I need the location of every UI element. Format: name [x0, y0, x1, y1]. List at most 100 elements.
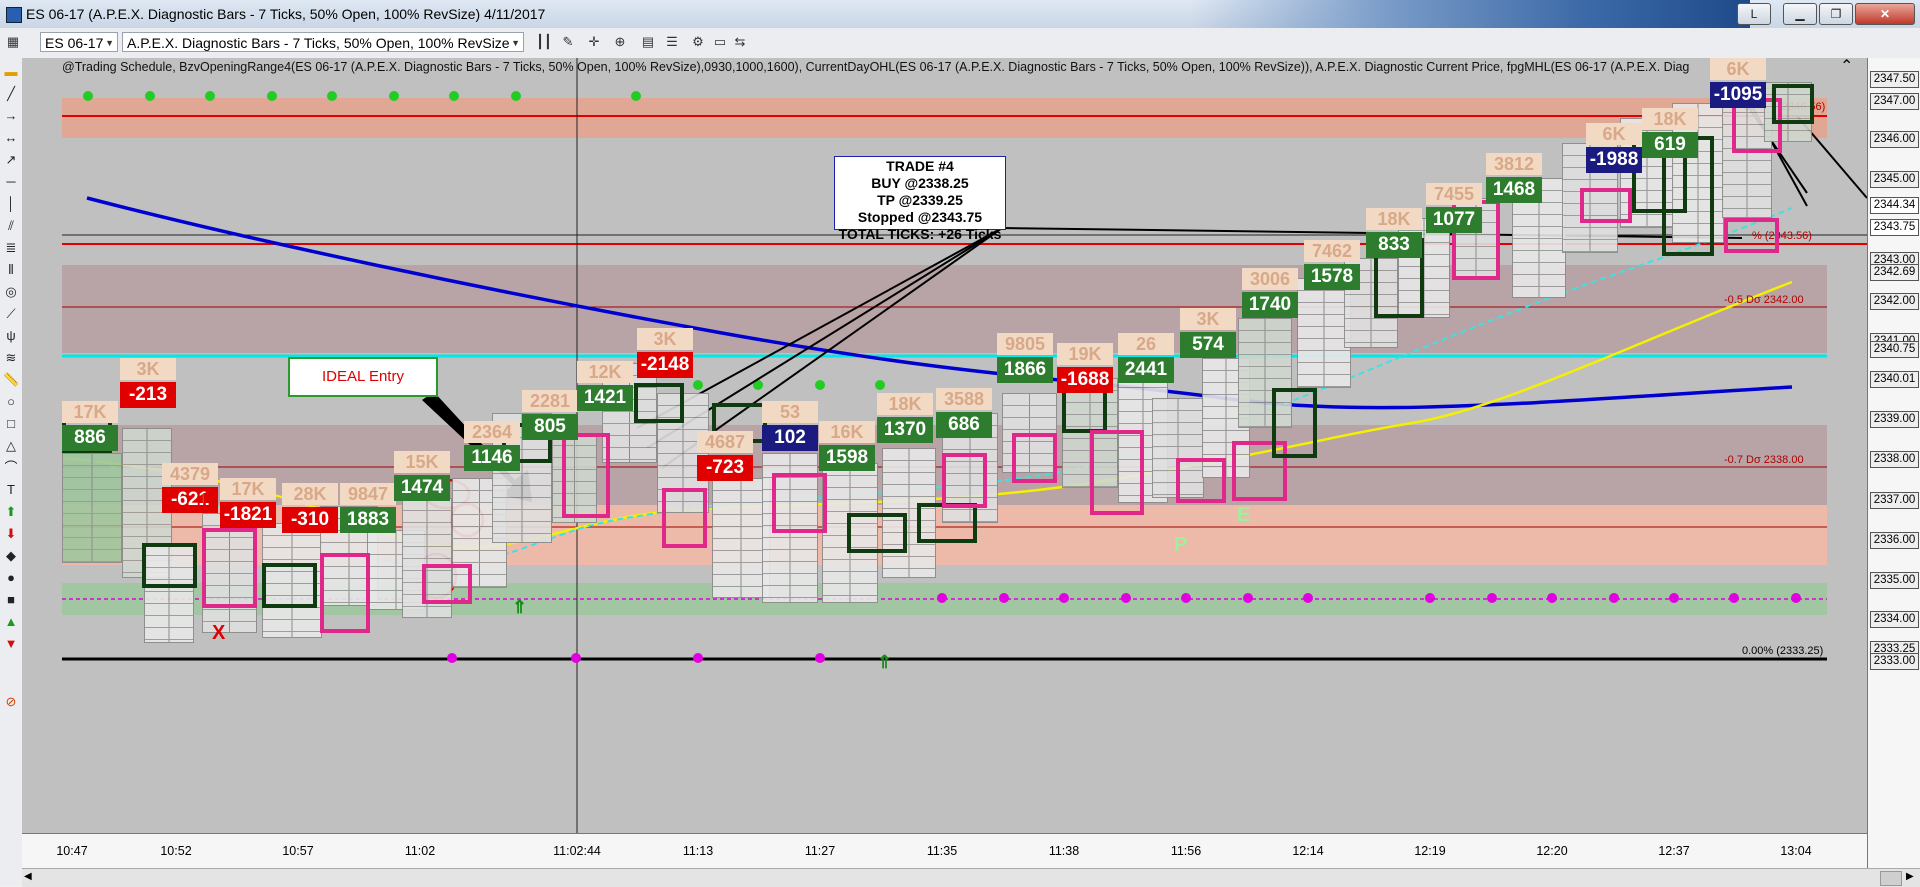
gann-fan-icon[interactable]: ⟋: [3, 306, 19, 322]
regression-channel-icon[interactable]: ≋: [3, 350, 19, 366]
p-marker: P: [1174, 534, 1188, 556]
delta-badge: 1883: [340, 507, 396, 533]
square-icon[interactable]: ■: [3, 592, 19, 608]
price-label: 2347.00: [1870, 93, 1919, 110]
scrollbar-thumb[interactable]: [1880, 871, 1902, 886]
delta-badge: -213: [120, 382, 176, 408]
data-box-icon[interactable]: ▤: [640, 34, 656, 50]
rectangle-icon[interactable]: □: [3, 416, 19, 432]
line-icon[interactable]: ╱: [3, 86, 19, 102]
time-label: 12:37: [1658, 844, 1690, 858]
triangle-down-icon[interactable]: ▼: [3, 636, 19, 652]
chart-panel[interactable]: 50.0% (2346.56) % (2343.56) -0.5 Dσ 2342…: [22, 56, 1920, 887]
arrow-down-icon[interactable]: ⬇: [3, 526, 19, 542]
time-label: 11:38: [1048, 844, 1080, 858]
horizontal-scrollbar[interactable]: ◀ ▶: [22, 868, 1920, 887]
volume-badge-top: 4687: [697, 431, 753, 453]
instrument-select[interactable]: ES 06-17 ▼: [40, 32, 118, 52]
ray-icon[interactable]: →: [3, 108, 19, 124]
extended-line-icon[interactable]: ↔: [3, 130, 19, 146]
delta-badge: 2441: [1118, 357, 1174, 383]
text-icon[interactable]: T: [3, 482, 19, 498]
ruler-icon[interactable]: 📏: [3, 372, 19, 388]
delta-badge: 619: [1642, 132, 1698, 158]
price-axis[interactable]: 2347.50 2347.00 2346.00 2345.00 2344.34 2343.…: [1867, 58, 1920, 868]
footprint-bar: [1297, 278, 1351, 388]
triangle-icon[interactable]: △: [3, 438, 19, 454]
dev-label-1: -0.5 Dσ 2342.00: [1724, 294, 1804, 306]
pencil-icon[interactable]: ✎: [560, 34, 576, 50]
delta-badge: 1421: [577, 385, 633, 411]
arrow-line-icon[interactable]: ↗: [3, 152, 19, 168]
crosshair-icon[interactable]: ✛: [586, 34, 602, 50]
delta-badge: -723: [697, 455, 753, 481]
time-label: 12:19: [1414, 844, 1446, 858]
bar-type-select[interactable]: A.P.E.X. Diagnostic Bars - 7 Ticks, 50% …: [122, 32, 524, 52]
volume-badge-top: 2364: [464, 421, 520, 443]
zoom-icon[interactable]: ⊕: [612, 34, 628, 50]
delta-badge: 1740: [1242, 292, 1298, 318]
f-marker: F: [202, 490, 213, 510]
scroll-right-icon[interactable]: ▶: [1906, 871, 1914, 882]
delta-badge: -1095: [1710, 82, 1766, 108]
strategy-icon[interactable]: ⚙: [690, 34, 706, 50]
x-marker: X: [212, 622, 226, 644]
ideal-entry-box: IDEAL Entry: [288, 357, 438, 397]
price-label: 2340.75: [1870, 341, 1919, 358]
channel-icon[interactable]: ⫽: [3, 218, 19, 234]
close-button[interactable]: ✕: [1855, 3, 1915, 25]
time-label: 11:35: [926, 844, 958, 858]
price-label: 2336.00: [1870, 532, 1919, 549]
bar-style-icon[interactable]: ┃┃: [536, 34, 552, 50]
link-button[interactable]: L: [1737, 3, 1771, 25]
arc-icon[interactable]: ⌒: [3, 460, 19, 476]
delta-badge: 1474: [394, 475, 450, 501]
volume-badge-top: 3812: [1486, 153, 1542, 175]
delta-badge: 805: [522, 414, 578, 440]
instrument-value: ES 06-17: [45, 35, 104, 51]
properties-icon[interactable]: ☰: [664, 34, 680, 50]
price-label: 2335.00: [1870, 572, 1919, 589]
dot-icon[interactable]: ●: [3, 570, 19, 586]
trade-buy: BUY @2338.25: [871, 175, 969, 191]
panel-icon[interactable]: ▭: [712, 34, 728, 50]
fib-retracement-icon[interactable]: ≣: [3, 240, 19, 256]
delta-badge: 1866: [997, 357, 1053, 383]
volume-badge-top: 3006: [1242, 268, 1298, 290]
price-label: 2342.69: [1870, 264, 1919, 281]
delta-badge: 886: [62, 425, 118, 451]
diamond-icon[interactable]: ◆: [3, 548, 19, 564]
time-axis[interactable]: 10:47 10:52 10:57 11:02 11:02:44 11:13 11:27 11…: [22, 833, 1867, 869]
delta-badge: 833: [1366, 232, 1422, 258]
scroll-left-icon[interactable]: ◀: [24, 871, 32, 882]
eraser-icon[interactable]: ⊘: [3, 694, 19, 710]
minimize-button[interactable]: ▁: [1783, 3, 1817, 25]
up-arrow-icon: ⇑: [877, 652, 892, 672]
collapse-icon[interactable]: ⌃: [1840, 56, 1853, 76]
dev-label-2: -0.7 Dσ 2338.00: [1724, 454, 1804, 466]
maximize-button[interactable]: ❐: [1819, 3, 1853, 25]
footprint-bar: [62, 453, 122, 563]
ellipse-icon[interactable]: ○: [3, 394, 19, 410]
delta-badge: 686: [936, 412, 992, 438]
highlight-icon[interactable]: ▬: [3, 64, 19, 80]
andrews-pitchfork-icon[interactable]: ψ: [3, 328, 19, 344]
horizontal-line-icon[interactable]: ─: [3, 174, 19, 190]
triangle-up-icon[interactable]: ▲: [3, 614, 19, 630]
vertical-line-icon[interactable]: │: [3, 196, 19, 212]
price-label: 2347.50: [1870, 71, 1919, 88]
arrow-up-icon[interactable]: ⬆: [3, 504, 19, 520]
price-label: 2333.00: [1870, 653, 1919, 670]
chart-menu-icon[interactable]: ▦: [5, 34, 21, 50]
footprint-highlight: [662, 488, 707, 548]
time-label: 10:57: [282, 844, 314, 858]
footprint-highlight: [422, 564, 472, 604]
price-label: 2342.00: [1870, 293, 1919, 310]
volume-badge-top: 9847: [340, 483, 396, 505]
footprint-outline: [142, 543, 197, 588]
fib-circle-icon[interactable]: ◎: [3, 284, 19, 300]
order-icon[interactable]: ⇆: [732, 34, 748, 50]
fib-bottom-label: 0.00% (2333.25): [1742, 645, 1823, 657]
time-label: 11:56: [1170, 844, 1202, 858]
fib-extension-icon[interactable]: ⦀: [3, 262, 19, 278]
